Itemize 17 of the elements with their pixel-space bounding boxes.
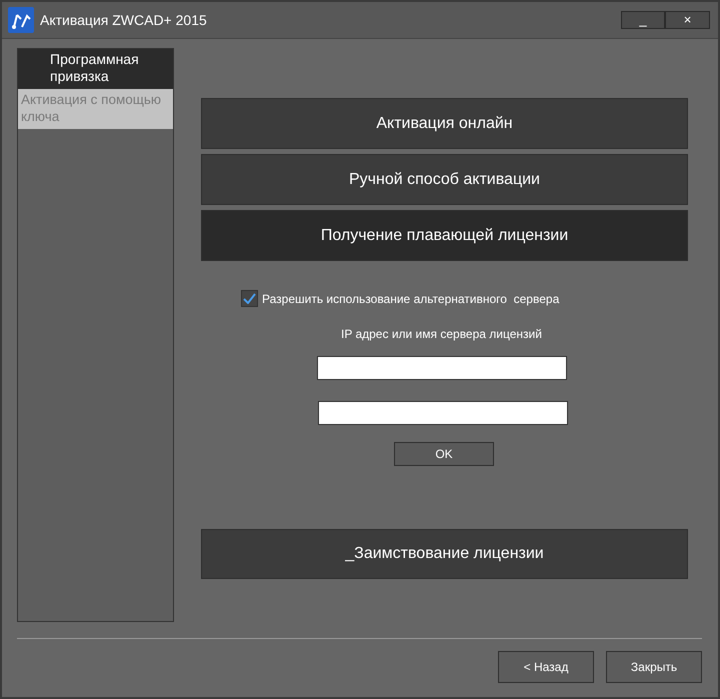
window-title: Активация ZWCAD+ 2015 xyxy=(40,12,208,28)
mode-button[interactable]: Ручной способ активации xyxy=(201,154,688,205)
app-logo-icon xyxy=(8,7,34,33)
checkbox[interactable] xyxy=(241,290,258,307)
checkbox-label: Разрешить использование альтернативного сервера xyxy=(262,292,560,306)
input-field[interactable] xyxy=(317,356,567,380)
mode-button[interactable]: Активация онлайн xyxy=(201,98,688,149)
input-field[interactable] xyxy=(318,401,568,425)
close-button[interactable]: × xyxy=(665,11,710,29)
ok-button[interactable]: OK xyxy=(394,442,494,466)
mode-button[interactable]: Получение плавающей лицензии xyxy=(201,210,688,261)
close-dialog-button[interactable]: Закрыть xyxy=(606,651,702,683)
field-label: IP адрес или имя сервера лицензий xyxy=(341,327,543,341)
sidebar-item[interactable]: Программная привязка xyxy=(18,49,173,89)
minimize-button[interactable]: _ xyxy=(621,11,665,29)
borrow-button[interactable]: _Заимствование лицензии xyxy=(201,529,688,579)
back-button[interactable]: < Назад xyxy=(498,651,594,683)
